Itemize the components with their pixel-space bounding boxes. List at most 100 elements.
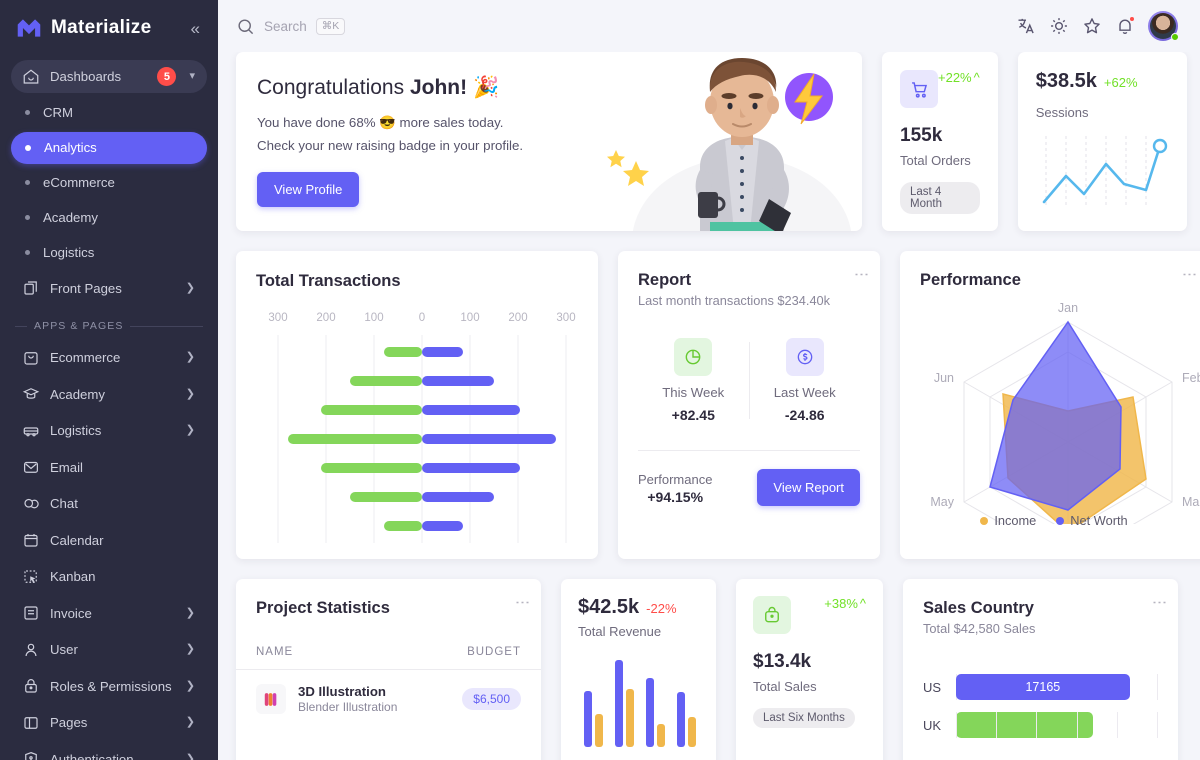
bar-right [422,521,463,531]
sessions-label: Sessions [1035,105,1089,120]
revenue-bars [584,660,696,747]
chevron-right-icon: ❯ [185,752,195,760]
transactions-tick-labels: 300 200 100 0 100 200 300 [268,312,575,324]
sidebar-item-apps-logistics[interactable]: Logistics ❯ [11,414,207,447]
dollar-circle-glyph [797,349,813,365]
performance-menu-icon[interactable]: ⋮ [1181,267,1198,282]
bullet-icon [25,144,31,151]
congrats-user-name: John! [409,76,468,99]
sidebar-item-label: Roles & Permissions [50,678,172,694]
this-week-value: +82.45 [671,407,715,423]
sidebar-section-apps: APPS & PAGES [11,308,207,341]
sidebar-item-label: Logistics [43,245,95,260]
chevron-right-icon: ❯ [185,679,195,692]
sales-country-menu-icon[interactable]: ⋮ [1151,595,1168,610]
total-transactions-card: Total Transactions 300 200 100 0 100 200… [236,251,598,559]
bar-right [422,347,463,357]
sidebar-item-label: Email [50,459,83,475]
dashboard-row-2: Total Transactions 300 200 100 0 100 200… [236,251,1200,581]
bar-right [422,405,520,415]
view-profile-button[interactable]: View Profile [257,172,360,208]
total-revenue-chart [584,660,696,747]
pie-chart-icon [674,338,713,376]
sidebar-item-crm[interactable]: CRM [11,97,207,129]
notifications-button[interactable] [1115,16,1135,36]
sparkline-path [1042,144,1162,204]
bar-left [350,492,422,502]
sidebar-item-academy[interactable]: Academy [11,202,207,234]
sidebar-item-label: CRM [43,105,74,120]
report-tiles: This Week +82.45 Last Week -24.86 [638,338,860,423]
congratulations-card: Congratulations John! 🎉 You have done 68… [236,52,862,231]
bar-left [321,405,422,415]
sidebar-item-ecommerce[interactable]: eCommerce [11,167,207,199]
bar-series-a [646,678,654,747]
chevron-right-icon: ❯ [185,387,195,400]
report-card: ⋮ Report Last month transactions $234.40… [618,251,880,559]
sidebar-item-label: User [50,642,78,657]
legend-item-networth[interactable]: Net Worth [1056,513,1128,528]
sidebar: Materialize « Dashboards 5 ▾ CRM Analyti… [0,0,218,760]
sidebar-item-apps-ecommerce[interactable]: Ecommerce ❯ [11,341,207,374]
sidebar-item-analytics[interactable]: Analytics [11,131,207,164]
country-label: US [923,679,942,695]
axis-label: Mar [1182,495,1200,509]
avatar[interactable] [1148,11,1179,41]
invoice-icon [24,606,38,620]
table-row[interactable]: 3D Illustration Blender Illustration $6,… [236,670,541,714]
star-icon[interactable] [1082,16,1102,36]
sidebar-item-authentication[interactable]: Authentication ❯ [11,743,207,760]
search-placeholder: Search [264,18,307,34]
sidebar-item-apps-academy[interactable]: Academy ❯ [11,378,207,411]
sessions-header: $38.5k +62% [1036,70,1169,93]
chevron-right-icon: ❯ [185,281,195,294]
bullet-icon [25,180,30,185]
country-bar-row: UK [923,712,1158,738]
mail-icon [24,461,38,473]
sidebar-item-logistics[interactable]: Logistics [11,237,207,269]
main-area: Search ⌘K Congratulations John! 🎉 You ha… [218,0,1200,760]
sales-country-card: ⋮ Sales Country Total $42,580 Sales US 1… [903,579,1178,760]
divider [130,325,203,327]
total-revenue-label: Total Revenue [578,624,662,639]
wallet-icon [753,596,791,634]
report-title: Report [638,271,692,289]
sidebar-item-front-pages[interactable]: Front Pages ❯ [11,272,207,305]
search-input[interactable]: Search ⌘K [236,17,1006,36]
sidebar-item-label: Invoice [50,605,92,621]
sidebar-item-label: Authentication [50,751,134,760]
total-transactions-chart: 300 200 100 0 100 200 300 [268,312,576,543]
sidebar-item-kanban[interactable]: Kanban [11,560,207,593]
sidebar-item-pages[interactable]: Pages ❯ [11,706,207,739]
total-orders-value: 155k [900,125,943,146]
last-week-value: -24.86 [784,407,825,423]
sidebar-item-dashboards[interactable]: Dashboards 5 ▾ [11,60,207,93]
sidebar-item-email[interactable]: Email [11,451,207,484]
sun-icon[interactable] [1049,16,1069,36]
trend-up-icon: ^ [973,70,980,85]
dashboard-content: Congratulations John! 🎉 You have done 68… [218,52,1200,760]
bar-right [422,492,494,502]
sidebar-collapse-icon[interactable]: « [187,18,204,39]
view-report-button[interactable]: View Report [757,469,860,506]
sidebar-item-chat[interactable]: Chat [11,487,207,520]
notification-badge-dot [1129,16,1135,22]
report-menu-icon[interactable]: ⋮ [853,267,870,282]
translate-icon[interactable] [1016,16,1036,36]
sidebar-item-invoice[interactable]: Invoice ❯ [11,597,207,630]
search-shortcut: ⌘K [315,17,346,35]
axis-label: Jan [1058,301,1078,315]
legend-item-income[interactable]: Income [980,513,1036,528]
total-orders-period-chip: Last 4 Month [900,182,980,214]
country-bar-track: 17165 [956,674,1158,700]
total-sales-period-chip: Last Six Months [753,708,855,728]
country-label: UK [923,717,942,733]
project-statistics-menu-icon[interactable]: ⋮ [514,595,531,610]
pie-chart-glyph [685,349,701,365]
sidebar-item-calendar[interactable]: Calendar [11,524,207,557]
shield-lock-icon [25,751,37,760]
sidebar-item-user[interactable]: User ❯ [11,633,207,666]
tick-label: 200 [508,312,527,324]
sidebar-nav: Dashboards 5 ▾ CRM Analytics eCommerce A… [0,56,218,760]
sidebar-item-roles-permissions[interactable]: Roles & Permissions ❯ [11,670,207,703]
